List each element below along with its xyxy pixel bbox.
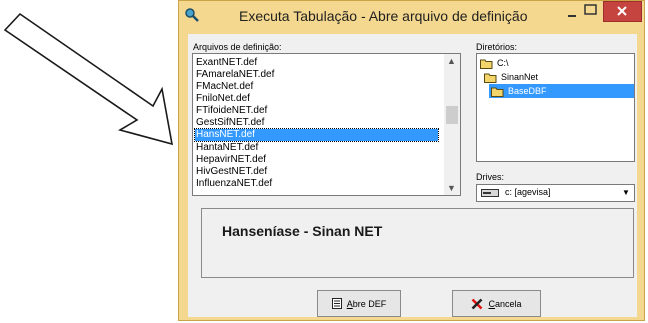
- list-item[interactable]: HantaNET.def: [195, 142, 438, 154]
- list-item[interactable]: HepavirNET.def: [195, 154, 438, 166]
- maximize-icon[interactable]: [584, 4, 597, 15]
- folder-open-icon: [480, 59, 493, 69]
- drive-icon: [481, 189, 499, 197]
- annotation-arrow: [3, 12, 174, 146]
- list-item[interactable]: FAmarelaNET.def: [195, 69, 438, 81]
- minimize-icon[interactable]: [565, 6, 579, 20]
- magnifier-icon: [185, 8, 199, 22]
- directory-list[interactable]: C:\ SinanNet BaseDBF: [476, 53, 635, 162]
- directory-item[interactable]: SinanNet: [484, 70, 538, 84]
- folder-open-icon: [491, 87, 504, 97]
- list-item[interactable]: InfluenzaNET.def: [195, 178, 438, 190]
- list-item[interactable]: ExantNET.def: [195, 57, 438, 69]
- file-list[interactable]: ExantNET.def FAmarelaNET.def FMacNet.def…: [192, 53, 461, 196]
- files-label: Arquivos de definição:: [193, 42, 282, 52]
- dirs-label: Diretórios:: [476, 42, 518, 52]
- title-bar[interactable]: Executa Tabulação - Abre arquivo de defi…: [179, 1, 644, 31]
- list-item[interactable]: FMacNet.def: [195, 81, 438, 93]
- x-icon: [472, 298, 483, 309]
- list-item[interactable]: FTifoideNET.def: [195, 105, 438, 117]
- document-icon: [331, 298, 342, 309]
- cancel-label: ancela: [494, 298, 522, 309]
- list-item[interactable]: HivGestNET.def: [195, 166, 438, 178]
- directory-item-selected[interactable]: BaseDBF: [489, 84, 634, 98]
- scroll-up-icon[interactable]: ▲: [447, 56, 456, 66]
- drive-value: c: [agevisa]: [505, 187, 551, 197]
- window-title: Executa Tabulação - Abre arquivo de defi…: [239, 8, 528, 24]
- close-button[interactable]: [603, 1, 642, 22]
- definition-description-panel: Hanseníase - Sinan NET: [201, 208, 634, 278]
- drives-label: Drives:: [476, 172, 505, 182]
- list-item[interactable]: GestSifNET.def: [195, 117, 438, 129]
- scroll-down-icon[interactable]: ▼: [447, 183, 456, 193]
- file-list-scrollbar[interactable]: ▲ ▼: [444, 54, 460, 195]
- dialog-window: Executa Tabulação - Abre arquivo de defi…: [178, 0, 645, 321]
- list-item-selected[interactable]: HansNET.def: [194, 128, 439, 142]
- list-item[interactable]: FniloNet.def: [195, 93, 438, 105]
- chevron-down-icon[interactable]: ▼: [619, 186, 633, 200]
- scroll-thumb[interactable]: [446, 106, 458, 124]
- folder-open-icon: [484, 73, 497, 83]
- cancel-button[interactable]: Cancela: [452, 290, 541, 317]
- open-def-label: bre DEF: [352, 298, 387, 309]
- drive-select[interactable]: c: [agevisa] ▼: [476, 184, 635, 202]
- open-def-button[interactable]: Abre DEF: [317, 290, 401, 317]
- dialog-content: Arquivos de definição: ExantNET.def FAma…: [188, 34, 637, 317]
- directory-item[interactable]: C:\: [480, 56, 509, 70]
- definition-description: Hanseníase - Sinan NET: [222, 223, 383, 239]
- close-icon: [617, 6, 627, 16]
